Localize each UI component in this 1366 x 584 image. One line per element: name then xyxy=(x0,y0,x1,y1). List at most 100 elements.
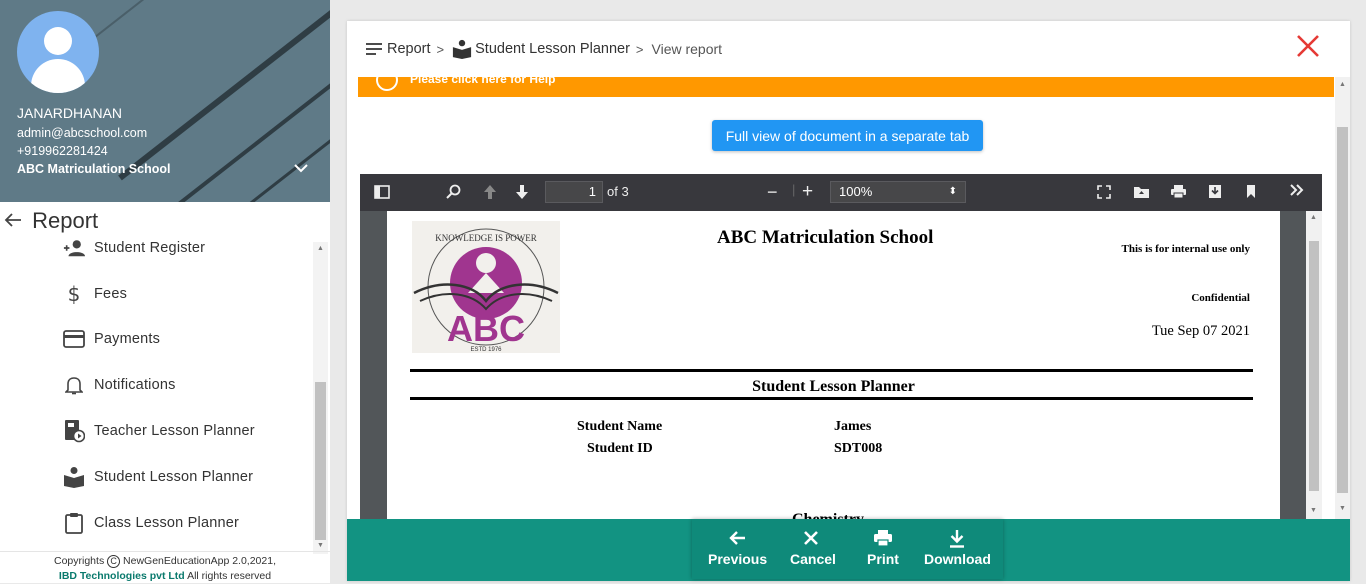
document-rule xyxy=(410,369,1253,372)
breadcrumb: Report > Student Lesson Planner > View r… xyxy=(365,39,722,59)
person-add-icon xyxy=(63,238,85,258)
profile-name: JANARDHANAN xyxy=(17,105,123,121)
breadcrumb-report[interactable]: Report xyxy=(387,41,431,57)
field-value-student-name: James xyxy=(834,419,872,434)
sidebar-item-label: Class Lesson Planner xyxy=(94,515,240,531)
toolbar-divider: | xyxy=(792,182,796,197)
credit-card-icon xyxy=(63,330,85,348)
sidebar-item-class-lesson-planner[interactable]: Class Lesson Planner xyxy=(0,503,310,543)
school-logo: ABC ESTD 1976 KNOWLEDGE IS POWER xyxy=(412,221,560,353)
help-banner[interactable]: Please click here for Help xyxy=(358,77,1334,97)
sidebar-scrollbar[interactable]: ▲ ▼ xyxy=(313,242,328,554)
sidebar-item-label: Teacher Lesson Planner xyxy=(94,423,255,439)
profile-school: ABC Matriculation School xyxy=(17,162,171,176)
scroll-down-arrow-icon[interactable]: ▼ xyxy=(1310,507,1317,514)
copyright-prefix: Copyrights xyxy=(54,555,105,567)
breadcrumb-student-lesson-planner[interactable]: Student Lesson Planner xyxy=(475,41,630,57)
bell-icon xyxy=(63,375,85,395)
select-caret-icon: ⬍ xyxy=(948,186,957,197)
report-view-panel: Report > Student Lesson Planner > View r… xyxy=(347,21,1350,581)
sidebar-item-payments[interactable]: Payments xyxy=(0,319,310,359)
close-icon[interactable] xyxy=(1295,33,1321,59)
document-internal-note: This is for internal use only xyxy=(1121,243,1250,255)
previous-label: Previous xyxy=(708,551,768,567)
avatar[interactable] xyxy=(17,11,99,93)
document-title: Student Lesson Planner xyxy=(752,378,915,395)
download-button[interactable]: Download xyxy=(924,529,991,567)
scroll-down-arrow-icon[interactable]: ▼ xyxy=(317,542,324,549)
open-file-icon[interactable] xyxy=(1133,184,1150,202)
previous-button[interactable]: Previous xyxy=(708,529,768,567)
previous-page-icon[interactable] xyxy=(482,184,498,203)
full-view-button[interactable]: Full view of document in a separate tab xyxy=(712,120,983,151)
sidebar-section-title: Report xyxy=(32,208,99,233)
sidebar-item-fees[interactable]: $ Fees xyxy=(0,274,310,314)
tools-icon[interactable] xyxy=(1289,183,1305,201)
document-rule xyxy=(410,397,1253,400)
sidebar-item-label: Notifications xyxy=(94,377,176,393)
arrow-left-icon xyxy=(708,529,766,551)
cancel-button[interactable]: Cancel xyxy=(790,529,836,567)
chevron-down-icon[interactable] xyxy=(294,160,308,176)
action-button-group: Previous Cancel Print Download xyxy=(692,519,1003,579)
scroll-down-arrow-icon[interactable]: ▼ xyxy=(1339,505,1346,512)
profile-phone: +919962281424 xyxy=(17,144,108,158)
sidebar-scroll-thumb[interactable] xyxy=(315,382,326,540)
pdf-scroll-thumb[interactable] xyxy=(1309,241,1319,491)
breadcrumb-current: View report xyxy=(651,41,723,57)
menu-icon[interactable] xyxy=(365,42,383,56)
next-page-icon[interactable] xyxy=(514,184,530,203)
breadcrumb-separator: > xyxy=(436,41,445,57)
pdf-scrollbar[interactable]: ▲ ▼ xyxy=(1306,211,1322,519)
sidebar-section-header[interactable]: Report xyxy=(4,208,98,234)
logo-motto: KNOWLEDGE IS POWER xyxy=(435,233,537,243)
teacher-planner-icon xyxy=(63,419,85,443)
sidebar: JANARDHANAN admin@abcschool.com +9199622… xyxy=(0,0,330,583)
action-bar: Previous Cancel Print Download xyxy=(347,519,1350,581)
clipboard-icon xyxy=(63,512,85,534)
rights-text: All rights reserved xyxy=(187,570,272,582)
print-button[interactable]: Print xyxy=(864,529,902,567)
content-scroll-thumb[interactable] xyxy=(1337,127,1348,493)
company-link[interactable]: IBD Technologies pvt Ltd xyxy=(59,570,185,582)
info-icon xyxy=(376,77,398,91)
page-count: of 3 xyxy=(607,184,629,199)
help-banner-text[interactable]: Please click here for Help xyxy=(410,77,555,86)
profile-card: JANARDHANAN admin@abcschool.com +9199622… xyxy=(0,0,330,202)
sidebar-item-label: Student Register xyxy=(94,240,206,256)
sidebar-item-student-lesson-planner[interactable]: Student Lesson Planner xyxy=(0,457,310,497)
sidebar-toggle-icon[interactable] xyxy=(374,185,390,202)
zoom-out-icon[interactable]: − xyxy=(767,182,778,203)
sidebar-item-teacher-lesson-planner[interactable]: Teacher Lesson Planner xyxy=(0,411,310,451)
back-arrow-icon[interactable] xyxy=(4,208,28,233)
zoom-in-icon[interactable]: + xyxy=(802,181,813,203)
download-label: Download xyxy=(924,551,991,567)
zoom-select[interactable]: 100% ⬍ xyxy=(830,181,966,203)
document-date: Tue Sep 07 2021 xyxy=(1151,323,1250,339)
scroll-up-arrow-icon[interactable]: ▲ xyxy=(1310,214,1317,221)
field-label-student-name: Student Name xyxy=(577,419,663,434)
sidebar-item-notifications[interactable]: Notifications xyxy=(0,365,310,405)
document-confidential: Confidential xyxy=(1191,292,1250,304)
save-icon[interactable] xyxy=(1208,184,1222,202)
sidebar-item-student-register[interactable]: Student Register xyxy=(0,236,310,268)
sidebar-menu: Student Register $ Fees Payments Notific… xyxy=(0,236,330,544)
document-school-name: ABC Matriculation School xyxy=(717,227,934,248)
download-icon xyxy=(924,529,990,551)
sidebar-item-label: Fees xyxy=(94,286,128,302)
profile-email: admin@abcschool.com xyxy=(17,126,148,140)
presentation-mode-icon[interactable] xyxy=(1097,185,1111,202)
pdf-viewer: 1 of 3 − | + 100% ⬍ ABC ESTD 1976 KNOWLE… xyxy=(360,174,1322,519)
print-icon xyxy=(864,529,902,551)
document-subject-heading: Chemistry xyxy=(792,511,864,519)
search-icon[interactable] xyxy=(446,184,462,203)
content-scrollbar[interactable]: ▲ ▼ xyxy=(1335,77,1350,519)
scroll-up-arrow-icon[interactable]: ▲ xyxy=(1339,81,1346,88)
scroll-up-arrow-icon[interactable]: ▲ xyxy=(317,245,324,252)
field-label-student-id: Student ID xyxy=(587,441,653,456)
print-icon[interactable] xyxy=(1170,184,1187,202)
sidebar-footer: Copyrights C NewGenEducationApp 2.0,2021… xyxy=(0,551,330,583)
sidebar-item-label: Student Lesson Planner xyxy=(94,469,254,485)
page-number-input[interactable]: 1 xyxy=(545,181,603,203)
bookmark-icon[interactable] xyxy=(1245,184,1257,202)
